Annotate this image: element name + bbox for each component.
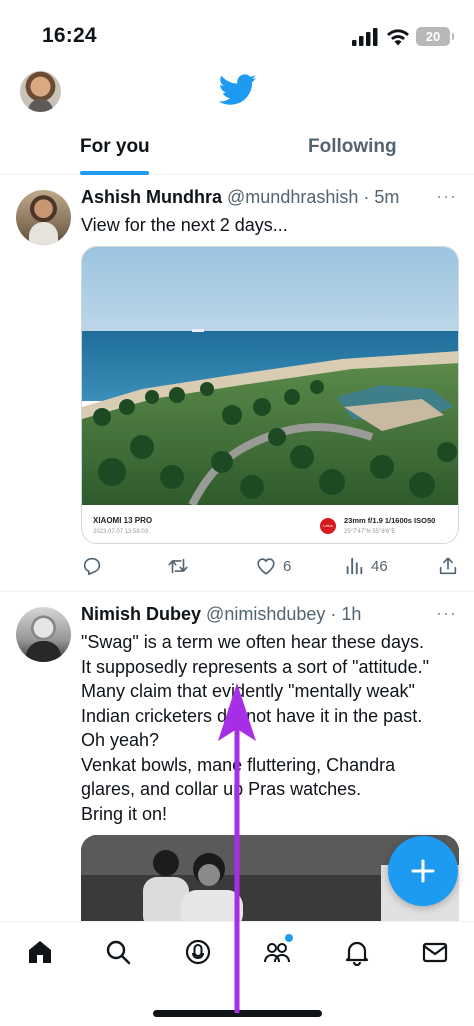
camera-model: XIAOMI 13 PRO [93,516,153,525]
profile-avatar[interactable] [20,71,61,112]
share-icon [439,557,457,575]
photo-date: 2023.07.07 13:58:03 [93,529,149,535]
tweet-text: View for the next 2 days... [81,215,288,235]
tweet[interactable]: Ashish Mundhra @mundhrashish · 5m ··· Vi… [0,176,474,592]
heart-icon [257,558,275,575]
bell-icon [345,941,369,967]
spaces-icon [185,939,211,965]
camera-settings: 23mm f/1.9 1/1600s ISO50 [344,516,436,525]
tab-following[interactable]: Following [308,120,397,175]
reply-button[interactable] [81,554,103,578]
status-bar: 16:24 20 [0,0,474,60]
cellular-signal-icon [352,28,378,46]
tweet-actions: 6 46 [81,554,459,578]
twitter-bird-icon[interactable] [219,73,257,107]
search-icon [106,940,131,965]
communities-icon [264,943,290,963]
photo-location: 25°7'47"N 55°8'6"E [344,529,396,535]
author-handle[interactable]: @mundhrashish [227,187,358,207]
nav-communities[interactable] [263,934,295,970]
tweet-photo[interactable]: XIAOMI 13 PRO 2023.07.07 13:58:03 Leica … [81,246,459,544]
home-icon [29,941,51,963]
views-button[interactable]: 46 [343,554,388,578]
views-icon [346,557,363,575]
tweet-header: Ashish Mundhra @mundhrashish · 5m [81,187,399,208]
nav-spaces[interactable] [184,938,216,970]
views-count: 46 [371,557,388,575]
photo-exif-strip: XIAOMI 13 PRO 2023.07.07 13:58:03 Leica … [82,505,458,543]
nav-home[interactable] [26,938,58,970]
swipe-up-arrow-icon [218,683,256,1013]
tweet-time: · 1h [325,604,362,624]
mail-icon [422,942,448,963]
reply-icon [83,557,101,576]
status-time: 16:24 [42,24,97,47]
tweet-time: · 5m [358,187,400,207]
author-handle[interactable]: @nimishdubey [206,604,325,624]
battery-indicator: 20 [416,27,454,46]
author-avatar[interactable] [16,190,71,245]
compose-tweet-button[interactable] [388,836,458,906]
share-button[interactable] [437,554,459,578]
plus-icon [411,859,435,883]
like-count: 6 [283,557,292,575]
retweet-icon [168,558,188,574]
tweet-header: Nimish Dubey @nimishdubey · 1h [81,604,361,625]
wifi-icon [387,29,409,46]
retweet-button[interactable] [167,554,189,578]
active-tab-indicator [80,171,149,175]
nav-messages[interactable] [421,938,453,970]
resort-photo [82,247,458,505]
timeline-tabs: For you Following [0,120,474,175]
more-options-icon[interactable]: ··· [436,604,457,622]
like-button[interactable]: 6 [255,554,291,578]
nav-search[interactable] [104,938,136,970]
author-name[interactable]: Ashish Mundhra [81,187,222,207]
author-name[interactable]: Nimish Dubey [81,604,201,624]
more-options-icon[interactable]: ··· [436,187,457,205]
author-avatar[interactable] [16,607,71,662]
new-activity-dot [285,934,293,942]
leica-logo: Leica [320,518,336,534]
nav-notifications[interactable] [343,938,375,970]
tab-for-you[interactable]: For you [80,120,150,175]
